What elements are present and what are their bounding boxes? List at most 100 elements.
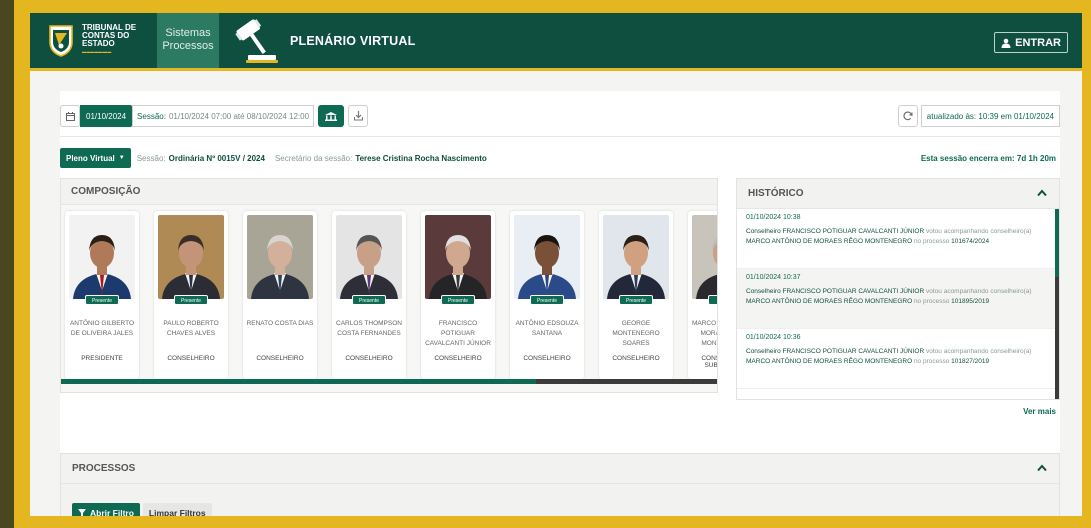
clear-filters-button[interactable]: Limpar Filtros (142, 503, 212, 516)
member-role: CONSELHEIRO (612, 355, 660, 362)
member-role: CONSELHEIRO SUBSTITUTO (701, 355, 718, 369)
history-process[interactable]: 101895/2019 (951, 298, 989, 305)
processes-panel: PROCESSOS Abrir Filtro Limpar Filtros (60, 453, 1060, 516)
nav-sistemas-processos[interactable]: Sistemas Processos (157, 13, 219, 71)
building-icon (325, 112, 338, 121)
presence-badge: Presente (619, 295, 653, 305)
processes-header[interactable]: PROCESSOS (61, 454, 1059, 484)
history-item: 01/10/2024 10:37 Conselheiro FRANCISCO PO… (737, 269, 1059, 329)
secretario-label: Secretário da sessão: (274, 153, 353, 163)
history-whom: MARCO ANTÔNIO DE MORAES RÊGO MONTENEGRO (746, 298, 913, 305)
top-bar: TRIBUNAL DE CONTAS DO ESTADO ▬▬▬▬▬▬▬ Sis… (30, 13, 1082, 71)
presence-badge: Presente (530, 295, 564, 305)
login-button[interactable]: ENTRAR (994, 32, 1068, 53)
composition-title: COMPOSIÇÃO (61, 179, 717, 205)
history-process[interactable]: 101827/2019 (951, 358, 989, 365)
updated-text: atualizado às: 10:39 em 01/10/2024 (920, 105, 1060, 127)
app-title: PLENÁRIO VIRTUAL (290, 34, 416, 48)
tce-logo[interactable]: TRIBUNAL DE CONTAS DO ESTADO ▬▬▬▬▬▬▬ (48, 23, 138, 57)
plenary-view-button[interactable] (318, 105, 345, 127)
refresh-button[interactable] (897, 105, 918, 127)
see-more-link[interactable]: Ver mais (1023, 407, 1056, 416)
history-date: 01/10/2024 10:38 (746, 214, 801, 221)
member-name: ANTÔNIO GILBERTO DE OLIVEIRA JALES (69, 320, 135, 337)
history-whom: MARCO ANTÔNIO DE MORAES RÊGO MONTENEGRO (746, 238, 913, 245)
member-card[interactable]: Presente GEORGE MONTENEGRO SOARES CONSELHE… (599, 211, 673, 379)
history-process[interactable]: 101674/2024 (951, 238, 989, 245)
member-name: RENATO COSTA DIAS (246, 320, 314, 327)
member-photo (247, 215, 313, 299)
member-name: CARLOS THOMPSON COSTA FERNANDES (336, 320, 402, 337)
member-card[interactable]: P MARCO ANTÔNIO DE MORAES RÊGO MONTENEGRO… (688, 211, 718, 379)
member-card[interactable]: Presente PAULO ROBERTO CHAVES ALVES CONSEL… (154, 211, 228, 379)
history-who: Conselheiro FRANCISCO POTIGUAR CAVALCANT… (746, 348, 925, 355)
history-pre: conselheiro(a) (990, 228, 1032, 235)
member-role: CONSELHEIRO (345, 355, 393, 362)
download-button[interactable] (348, 105, 369, 127)
member-card[interactable]: Presente ANTÔNIO GILBERTO DE OLIVEIRA JAL… (65, 211, 139, 379)
composition-scrollbar[interactable] (61, 379, 717, 384)
filter-icon (78, 509, 86, 516)
presence-badge: P (708, 295, 717, 305)
history-scrollbar[interactable] (1055, 209, 1059, 399)
member-role: CONSELHEIRO (434, 355, 482, 362)
member-role: CONSELHEIRO (523, 355, 571, 362)
session-countdown: Esta sessão encerra em: 7d 1h 20m (920, 154, 1056, 163)
open-filter-button[interactable]: Abrir Filtro (72, 503, 140, 516)
history-mid: no processo (913, 298, 950, 305)
refresh-icon (903, 111, 913, 121)
member-photo (158, 215, 224, 299)
member-role: PRESIDENTE (81, 355, 123, 362)
history-date: 01/10/2024 10:37 (746, 274, 801, 281)
member-name: ANTÔNIO EDSOUZA SANTANA (515, 320, 579, 337)
nav-line-1: Sistemas (165, 27, 211, 39)
history-verb: votou acompanhando (926, 228, 989, 235)
chevron-up-icon[interactable] (1037, 189, 1047, 197)
member-card[interactable]: RENATO COSTA DIAS CONSELHEIRO (243, 211, 317, 379)
history-mid: no processo (913, 238, 950, 245)
history-scroll-thumb[interactable] (1055, 209, 1059, 277)
caret-down-icon: ▼ (118, 155, 125, 161)
member-name: GEORGE MONTENEGRO SOARES (612, 320, 660, 347)
header-gold-line (30, 68, 1082, 71)
member-photo (692, 215, 717, 299)
presence-badge: Presente (441, 295, 475, 305)
composition-scroll-thumb[interactable] (61, 379, 536, 384)
history-text: Conselheiro FRANCISCO POTIGUAR CAVALCANT… (746, 347, 1051, 367)
member-card[interactable]: Presente CARLOS THOMPSON COSTA FERNANDES C… (332, 211, 406, 379)
history-whom: MARCO ANTÔNIO DE MORAES RÊGO MONTENEGRO (746, 358, 913, 365)
member-photo (69, 215, 135, 299)
history-item: 01/10/2024 10:36 Conselheiro FRANCISCO PO… (737, 329, 1059, 389)
secretario-value: Terese Cristina Rocha Nascimento (355, 153, 487, 163)
presence-badge: Presente (352, 295, 386, 305)
logo-tagline-mark: ▬▬▬▬▬▬▬ (82, 49, 112, 54)
sessao-label: Sessão: (136, 153, 166, 163)
history-pre: conselheiro(a) (990, 288, 1032, 295)
download-icon (353, 111, 363, 121)
calendar-button[interactable] (60, 105, 80, 127)
presence-badge: Presente (174, 295, 208, 305)
sessao-value: Ordinária Nº 0015V / 2024 (168, 153, 265, 163)
member-cards: Presente ANTÔNIO GILBERTO DE OLIVEIRA JAL… (65, 211, 718, 379)
member-role: CONSELHEIRO (167, 355, 215, 362)
page: TRIBUNAL DE CONTAS DO ESTADO ▬▬▬▬▬▬▬ Sis… (30, 13, 1082, 516)
history-title: HISTÓRICO (748, 188, 804, 199)
history-panel: HISTÓRICO 01/10/2024 10:38 Conselheiro FR… (736, 178, 1060, 400)
history-verb: votou acompanhando (926, 348, 989, 355)
history-pre: conselheiro(a) (990, 348, 1032, 355)
member-photo (603, 215, 669, 299)
presence-badge: Presente (85, 295, 119, 305)
chevron-up-icon[interactable] (1037, 464, 1047, 472)
history-header[interactable]: HISTÓRICO (737, 179, 1059, 209)
pleno-virtual-dropdown[interactable]: Pleno Virtual ▼ (60, 148, 131, 168)
pleno-virtual-label: Pleno Virtual (66, 153, 115, 163)
logo-line-3: ESTADO (82, 39, 115, 48)
member-photo (425, 215, 491, 299)
user-icon (1001, 38, 1011, 48)
member-card[interactable]: Presente ANTÔNIO EDSOUZA SANTANA CONSELHEI… (510, 211, 584, 379)
gavel-icon (235, 19, 278, 63)
session-date[interactable]: 01/10/2024 (80, 105, 133, 127)
member-role: CONSELHEIRO (256, 355, 304, 362)
calendar-icon (65, 111, 75, 121)
member-card[interactable]: Presente FRANCISCO POTIGUAR CAVALCANTI JÚ… (421, 211, 495, 379)
